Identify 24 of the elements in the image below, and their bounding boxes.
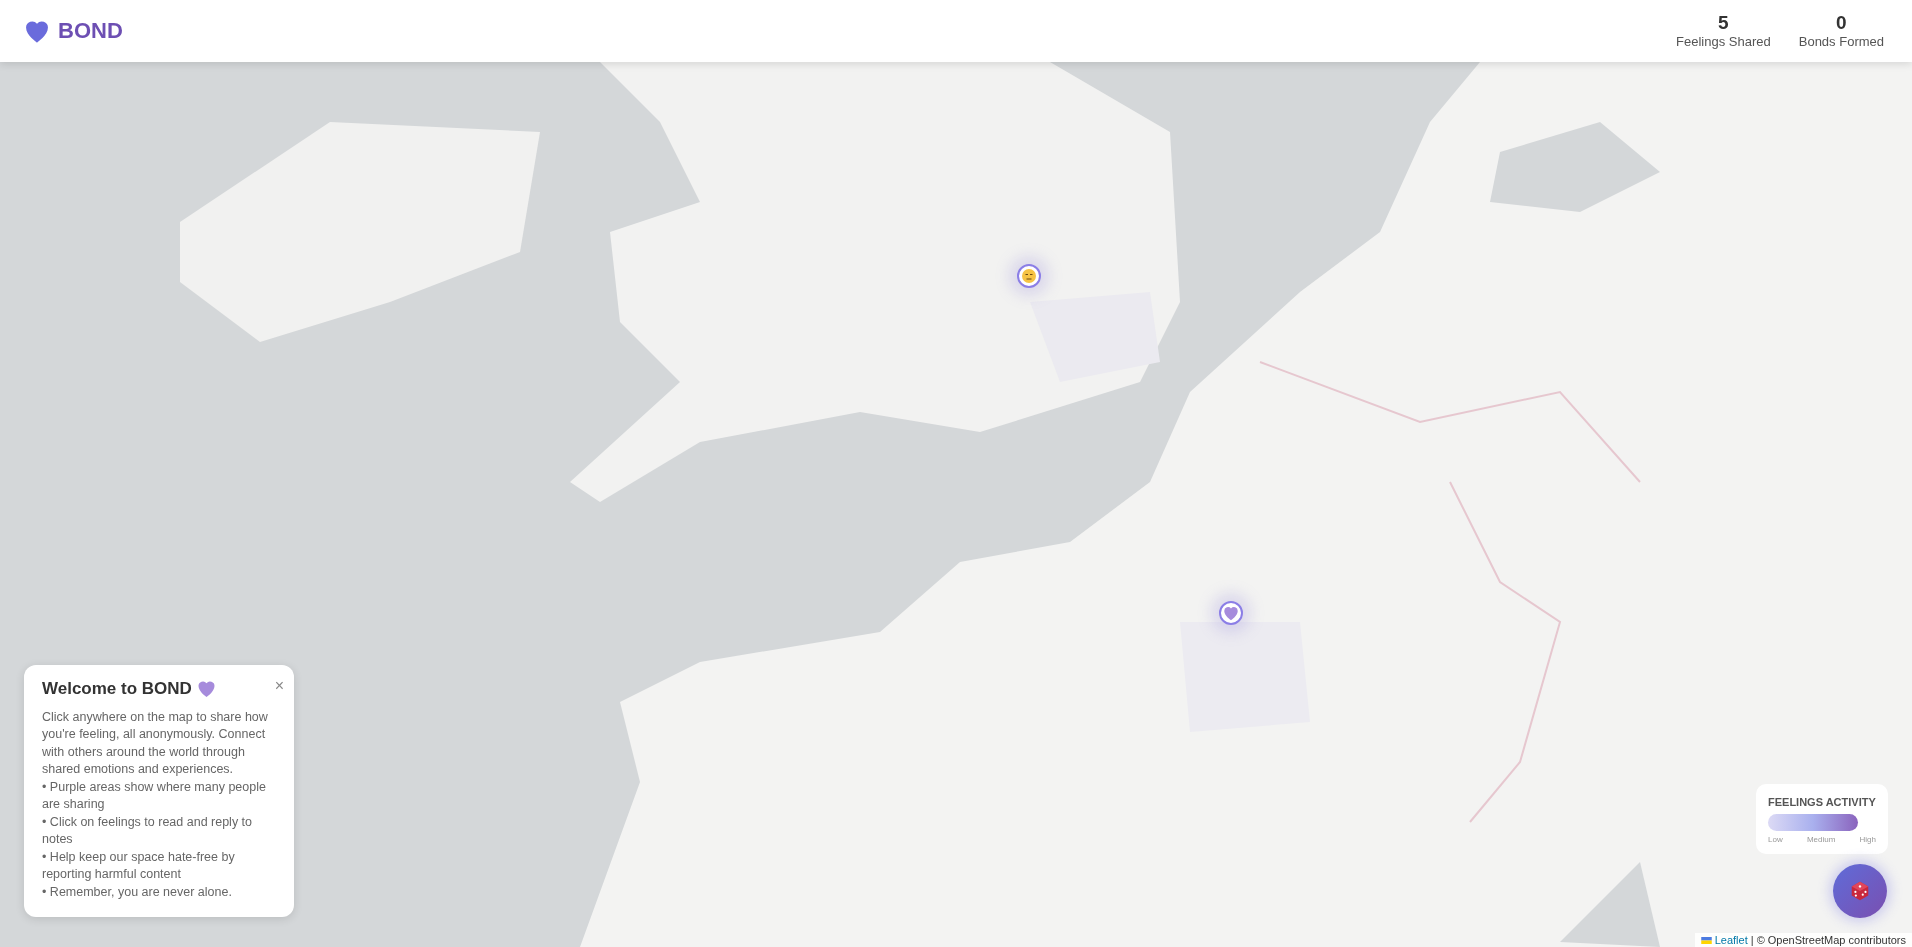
heart-icon bbox=[1223, 605, 1239, 621]
stat-value: 5 bbox=[1718, 12, 1729, 34]
legend-label: High bbox=[1859, 835, 1876, 844]
stat-label: Bonds Formed bbox=[1798, 34, 1884, 50]
welcome-title: Welcome to BOND bbox=[42, 678, 192, 699]
legend-title: FEELINGS ACTIVITY bbox=[1768, 796, 1876, 808]
close-button[interactable]: × bbox=[272, 676, 286, 695]
stat-label: Feelings Shared bbox=[1676, 34, 1771, 50]
heart-icon bbox=[24, 18, 50, 44]
legend-label: Low bbox=[1768, 835, 1783, 844]
welcome-text: • Remember, you are never alone. bbox=[42, 883, 233, 901]
stat-value: 0 bbox=[1836, 12, 1847, 34]
face-icon bbox=[1021, 268, 1037, 284]
flag-icon bbox=[1700, 936, 1712, 944]
legend-label: Medium bbox=[1806, 835, 1836, 844]
attribution-text: | © OpenStreetMap contributors bbox=[1750, 934, 1906, 946]
heart-icon bbox=[196, 679, 216, 698]
app-logo: BOND bbox=[58, 18, 123, 44]
welcome-text: • Help keep our space hate-free by reporting harmful content bbox=[42, 848, 236, 883]
welcome-text: • Purple areas show where many people are sharing bbox=[42, 778, 267, 813]
dice-icon bbox=[1849, 880, 1871, 902]
welcome-text: • Click on feelings to read and reply to notes bbox=[42, 813, 254, 848]
leaflet-link[interactable]: Leaflet bbox=[1700, 934, 1748, 946]
welcome-text: Click anywhere on the map to share how you're feeling, all anonymously. Connect with others around the world through shared emotions and experiences. bbox=[42, 708, 269, 778]
